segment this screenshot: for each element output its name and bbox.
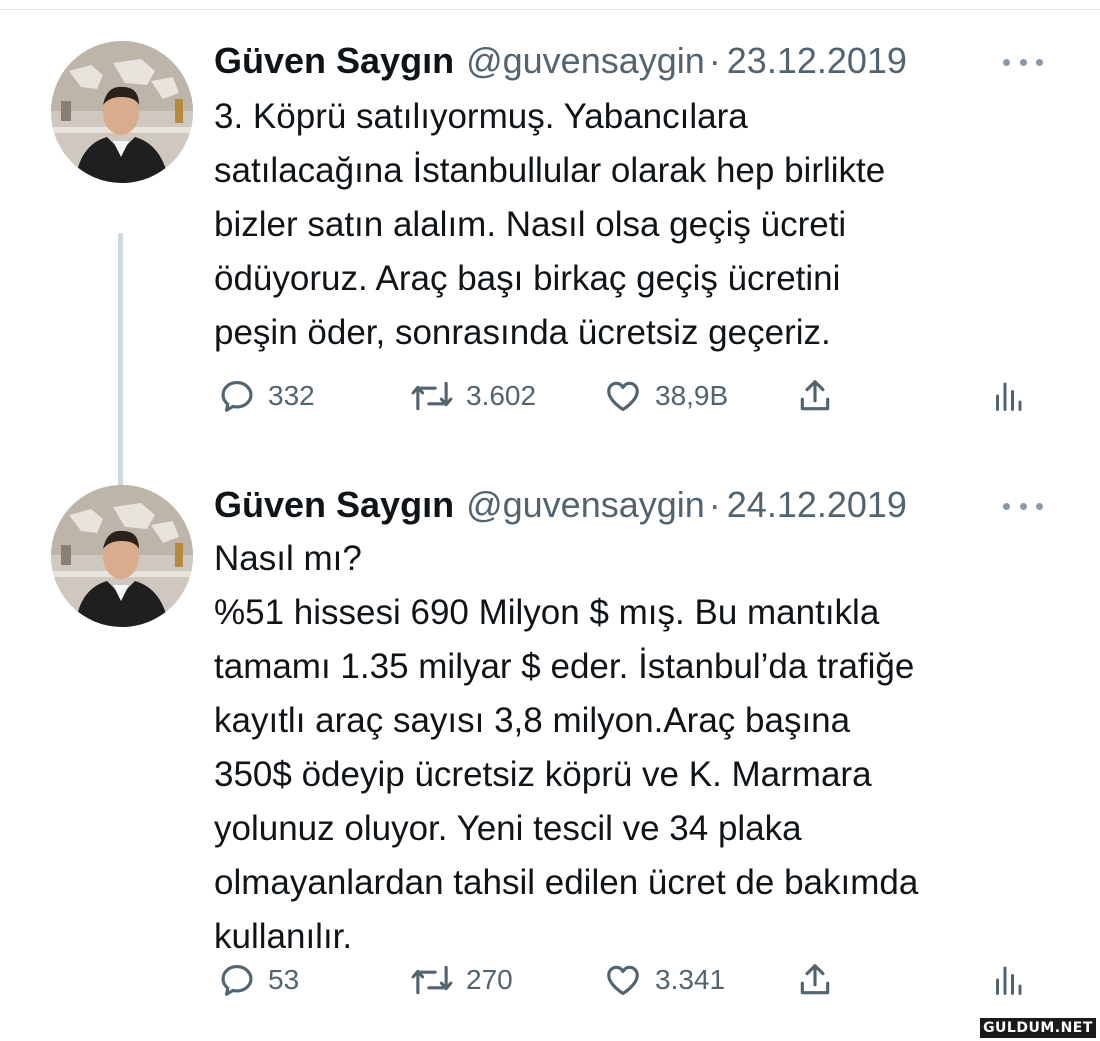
dot-separator: · bbox=[708, 40, 721, 81]
thread-line bbox=[118, 233, 123, 509]
tweet-header: Güven Saygın @guvensaygin · 24.12.2019 bbox=[214, 482, 907, 528]
tweet-text-line: ödüyoruz. Araç başı birkaç geçiş ücretin… bbox=[214, 259, 841, 298]
tweet-date[interactable]: 23.12.2019 bbox=[727, 38, 907, 84]
reply-count: 53 bbox=[268, 964, 300, 995]
share-button[interactable] bbox=[796, 958, 834, 1002]
tweet-text-line: kayıtlı araç sayısı 3,8 milyon.Araç başı… bbox=[214, 701, 851, 740]
like-button[interactable]: 38,9B bbox=[603, 374, 728, 418]
retweet-icon bbox=[411, 965, 453, 995]
tweet-text-line: 350$ ödeyip ücretsiz köprü ve K. Marmara bbox=[214, 755, 872, 794]
tweet-header: Güven Saygın @guvensaygin · 23.12.2019 bbox=[214, 38, 907, 84]
analytics-icon bbox=[996, 966, 1022, 995]
more-icon[interactable] bbox=[1003, 56, 1043, 68]
reply-button[interactable]: 332 bbox=[218, 374, 315, 418]
tweet-date[interactable]: 24.12.2019 bbox=[727, 482, 907, 528]
tweet-text-line: tamamı 1.35 milyar $ eder. İstanbul’da t… bbox=[214, 647, 915, 686]
reply-icon bbox=[221, 380, 253, 412]
avatar[interactable] bbox=[51, 485, 193, 627]
top-divider bbox=[0, 0, 1100, 10]
watermark-text: GULDUM.NET bbox=[983, 1020, 1093, 1036]
author-handle[interactable]: @guvensaygin bbox=[466, 38, 705, 84]
tweet-text-line: %51 hissesi 690 Milyon $ mış. Bu mantıkl… bbox=[214, 593, 880, 632]
tweet-text-line: yolunuz oluyor. Yeni tescil ve 34 plaka bbox=[214, 809, 802, 848]
author-handle[interactable]: @guvensaygin bbox=[466, 482, 705, 528]
tweet-text-line: satılacağına İstanbullular olarak hep bi… bbox=[214, 151, 886, 190]
tweet-text-line: Nasıl mı? bbox=[214, 539, 362, 578]
tweet-text: Nasıl mı? %51 hissesi 690 Milyon $ mış. … bbox=[214, 532, 1074, 964]
tweet-text: 3. Köprü satılıyormuş. Yabancılara satıl… bbox=[214, 90, 1074, 360]
retweet-count: 270 bbox=[466, 964, 513, 995]
tweet-text-line: bizler satın alalım. Nasıl olsa geçiş üc… bbox=[214, 205, 847, 244]
tweet-text-line: kullanılır. bbox=[214, 917, 353, 956]
dot-separator: · bbox=[708, 484, 721, 525]
tweet-text-line: 3. Köprü satılıyormuş. Yabancılara bbox=[214, 97, 748, 136]
share-icon bbox=[800, 964, 830, 995]
tweet-text-line: olmayanlardan tahsil edilen ücret de bak… bbox=[214, 863, 919, 902]
retweet-count: 3.602 bbox=[466, 380, 537, 411]
like-count: 38,9B bbox=[655, 380, 729, 411]
tweet-actions: 332 3.602 38,9B bbox=[0, 374, 1100, 418]
like-count: 3.341 bbox=[655, 964, 726, 995]
analytics-button[interactable] bbox=[990, 958, 1026, 1002]
tweet-text-line: peşin öder, sonrasında ücretsiz geçeriz. bbox=[214, 313, 831, 352]
like-icon bbox=[607, 965, 639, 996]
more-icon[interactable] bbox=[1003, 500, 1043, 512]
reply-button[interactable]: 53 bbox=[218, 958, 299, 1002]
author-name[interactable]: Güven Saygın bbox=[214, 38, 454, 84]
like-icon bbox=[607, 381, 639, 412]
retweet-button[interactable]: 270 bbox=[410, 958, 513, 1002]
share-icon bbox=[800, 380, 830, 411]
reply-count: 332 bbox=[268, 380, 315, 411]
analytics-icon bbox=[996, 382, 1022, 411]
reply-icon bbox=[221, 964, 253, 996]
watermark: GULDUM.NET bbox=[980, 1018, 1096, 1038]
retweet-icon bbox=[411, 381, 453, 411]
like-button[interactable]: 3.341 bbox=[603, 958, 725, 1002]
retweet-button[interactable]: 3.602 bbox=[410, 374, 536, 418]
author-name[interactable]: Güven Saygın bbox=[214, 482, 454, 528]
share-button[interactable] bbox=[796, 374, 834, 418]
tweet-actions: 53 270 3.341 bbox=[0, 958, 1100, 1002]
avatar[interactable] bbox=[51, 41, 193, 183]
analytics-button[interactable] bbox=[990, 374, 1026, 418]
